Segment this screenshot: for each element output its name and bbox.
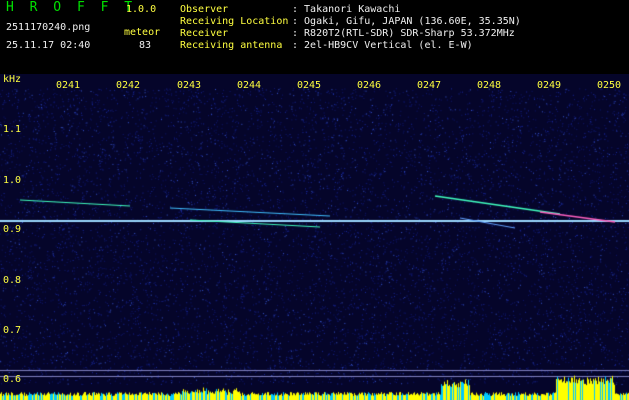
time-tick-label: 0243	[177, 80, 202, 91]
y-axis-unit: kHz	[3, 74, 22, 85]
antenna-value: : 2el-HB9CV Vertical (el. E-W)	[292, 40, 473, 51]
freq-tick-label: 0.9	[3, 224, 22, 235]
observer-label: Observer	[180, 4, 229, 15]
app-title: H R O F F T	[6, 0, 137, 15]
app-version: 1.0.0	[126, 4, 157, 15]
freq-tick-label: 0.8	[3, 275, 22, 286]
time-tick-label: 0244	[237, 80, 262, 91]
time-tick-label: 0245	[297, 80, 322, 91]
time-tick-label: 0248	[477, 80, 502, 91]
time-tick-label: 0247	[417, 80, 442, 91]
time-tick-label: 0249	[537, 80, 562, 91]
time-tick-label: 0250	[597, 80, 622, 91]
meteor-count-label: meteor	[124, 27, 161, 38]
freq-tick-label: 1.1	[3, 124, 22, 135]
time-tick-label: 0246	[357, 80, 382, 91]
meteor-count-value: 83	[139, 40, 152, 51]
freq-tick-label: 0.7	[3, 325, 22, 336]
image-filename: 2511170240.png	[6, 22, 91, 33]
location-value: : Ogaki, Gifu, JAPAN (136.60E, 35.35N)	[292, 16, 521, 27]
time-tick-label: 0241	[56, 80, 81, 91]
time-tick-label: 0242	[116, 80, 141, 91]
capture-timestamp: 25.11.17 02:40	[6, 40, 91, 51]
freq-tick-label: 1.0	[3, 175, 22, 186]
antenna-label: Receiving antenna	[180, 40, 283, 51]
receiver-value: : R820T2(RTL-SDR) SDR-Sharp 53.372MHz	[292, 28, 515, 39]
observer-value: : Takanori Kawachi	[292, 4, 401, 15]
location-label: Receiving Location	[180, 16, 289, 27]
spectrogram-canvas	[0, 74, 629, 400]
freq-tick-label: 0.6	[3, 374, 22, 385]
receiver-label: Receiver	[180, 28, 229, 39]
